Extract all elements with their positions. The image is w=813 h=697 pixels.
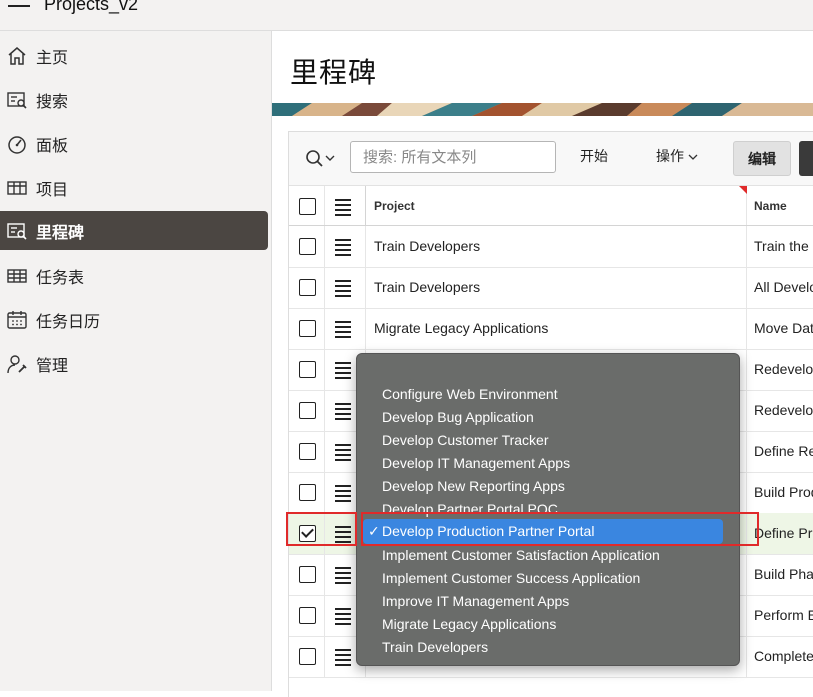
row-checkbox[interactable] [299,320,316,337]
row-checkbox[interactable] [299,238,316,255]
calendar-icon [6,309,28,331]
row-actions-icon[interactable] [335,362,351,382]
row-checkbox[interactable] [299,607,316,624]
grid-icon [6,265,28,287]
milestone-icon [6,220,28,242]
sidebar-item-projects[interactable]: 项目 [0,168,268,207]
dashboard-icon [6,133,28,155]
table-icon [6,177,28,199]
page-title: 里程碑 [290,57,378,88]
app-title[interactable]: Projects_v2 [44,0,138,15]
dropdown-option[interactable]: Migrate Legacy Applications [382,616,556,632]
edit-button[interactable]: 编辑 [733,141,791,176]
cell-name[interactable]: Define Re [754,443,813,459]
menu-toggle-icon[interactable] [8,0,30,16]
row-actions-icon[interactable] [335,444,351,464]
header-row-actions-icon[interactable] [335,199,351,219]
sidebar-item-dashboard[interactable]: 面板 [0,124,268,163]
cell-name[interactable]: Build Prod [754,484,813,500]
sidebar-item-admin[interactable]: 管理 [0,344,268,383]
sidebar-item-label: 搜索 [36,93,69,111]
row-checkbox[interactable] [299,566,316,583]
dropdown-option[interactable]: Configure Web Environment [382,386,558,402]
row-checkbox[interactable] [299,648,316,665]
dropdown-option[interactable]: Train Developers [382,639,488,655]
row-actions-icon[interactable] [335,403,351,423]
sidebar-item-label: 任务表 [36,269,85,287]
search-icon [306,150,335,167]
actions-label: 操作 [656,148,684,164]
decorative-banner [272,103,813,116]
cell-project[interactable]: Train Developers [374,238,480,254]
dropdown-option[interactable]: Develop Customer Tracker [382,432,549,448]
sidebar-item-search[interactable]: 搜索 [0,80,268,119]
row-actions-icon[interactable] [335,567,351,587]
row-actions-icon[interactable] [335,485,351,505]
cell-name[interactable]: Train the [754,238,809,254]
search-form-icon [6,89,28,111]
cell-name[interactable]: Build Pha [754,566,813,582]
sidebar-item-label: 面板 [36,137,69,155]
cell-name[interactable]: Move Dat [754,320,813,336]
sidebar-item-label: 主页 [36,49,69,67]
sidebar-item-label: 任务日历 [36,313,101,331]
sidebar-item-milestones[interactable]: 里程碑 [0,211,268,250]
row-actions-icon[interactable] [335,608,351,628]
highlight-selected-row-box [286,512,357,546]
cell-project[interactable]: Train Developers [374,279,480,295]
row-checkbox[interactable] [299,402,316,419]
app-header: Projects_v2 [0,0,813,31]
sidebar-item-home[interactable]: 主页 [0,36,268,75]
sidebar-item-task-table[interactable]: 任务表 [0,256,268,295]
dropdown-option[interactable]: Implement Customer Satisfaction Applicat… [382,547,660,563]
add-row-button[interactable] [799,141,813,176]
sidebar-item-label: 项目 [36,181,69,199]
highlight-selected-option-box [361,512,759,546]
column-header-name[interactable]: Name [754,199,787,213]
cell-name[interactable]: All Develo [754,279,813,295]
admin-icon [6,353,28,375]
table-row[interactable]: Train Developers All Develo [289,267,813,309]
sidebar-item-label: 里程碑 [36,224,85,242]
project-select-dropdown[interactable]: Configure Web Environment Develop Bug Ap… [356,353,740,666]
cell-project[interactable]: Migrate Legacy Applications [374,320,548,336]
row-checkbox[interactable] [299,443,316,460]
row-actions-icon[interactable] [335,239,351,259]
dropdown-option[interactable]: Implement Customer Success Application [382,570,640,586]
home-icon [6,45,28,67]
row-checkbox[interactable] [299,484,316,501]
sidebar-item-label: 管理 [36,357,69,375]
cell-name[interactable]: Define Pro [754,525,813,541]
cell-name[interactable]: Complete [754,648,813,664]
row-checkbox[interactable] [299,279,316,296]
changed-cell-marker-icon [739,186,747,194]
table-row[interactable]: Train Developers Train the [289,226,813,268]
grid-toolbar: 开始 操作 编辑 [289,132,813,186]
sidebar-nav: 主页 搜索 面板 项目 里程碑 任务表 任务日历 管理 [0,31,272,691]
search-column-selector[interactable] [305,148,339,170]
actions-menu-button[interactable]: 操作 [656,146,698,166]
dropdown-option[interactable]: Develop IT Management Apps [382,455,570,471]
row-actions-icon[interactable] [335,280,351,300]
row-checkbox[interactable] [299,361,316,378]
cell-name[interactable]: Redevelop [754,361,813,377]
select-all-checkbox[interactable] [299,198,316,215]
dropdown-option[interactable]: Improve IT Management Apps [382,593,569,609]
sidebar-item-task-calendar[interactable]: 任务日历 [0,300,268,339]
table-row[interactable]: Migrate Legacy Applications Move Dat [289,308,813,350]
search-input[interactable] [350,141,556,173]
go-button[interactable]: 开始 [580,146,608,166]
dropdown-option[interactable]: Develop Bug Application [382,409,534,425]
chevron-down-icon [688,154,698,160]
cell-name[interactable]: Redevelop [754,402,813,418]
cell-name[interactable]: Perform E [754,607,813,623]
column-header-project[interactable]: Project [374,199,415,213]
row-actions-icon[interactable] [335,649,351,669]
grid-header: Project Name [289,186,813,226]
dropdown-option[interactable]: Develop New Reporting Apps [382,478,565,494]
row-actions-icon[interactable] [335,321,351,341]
